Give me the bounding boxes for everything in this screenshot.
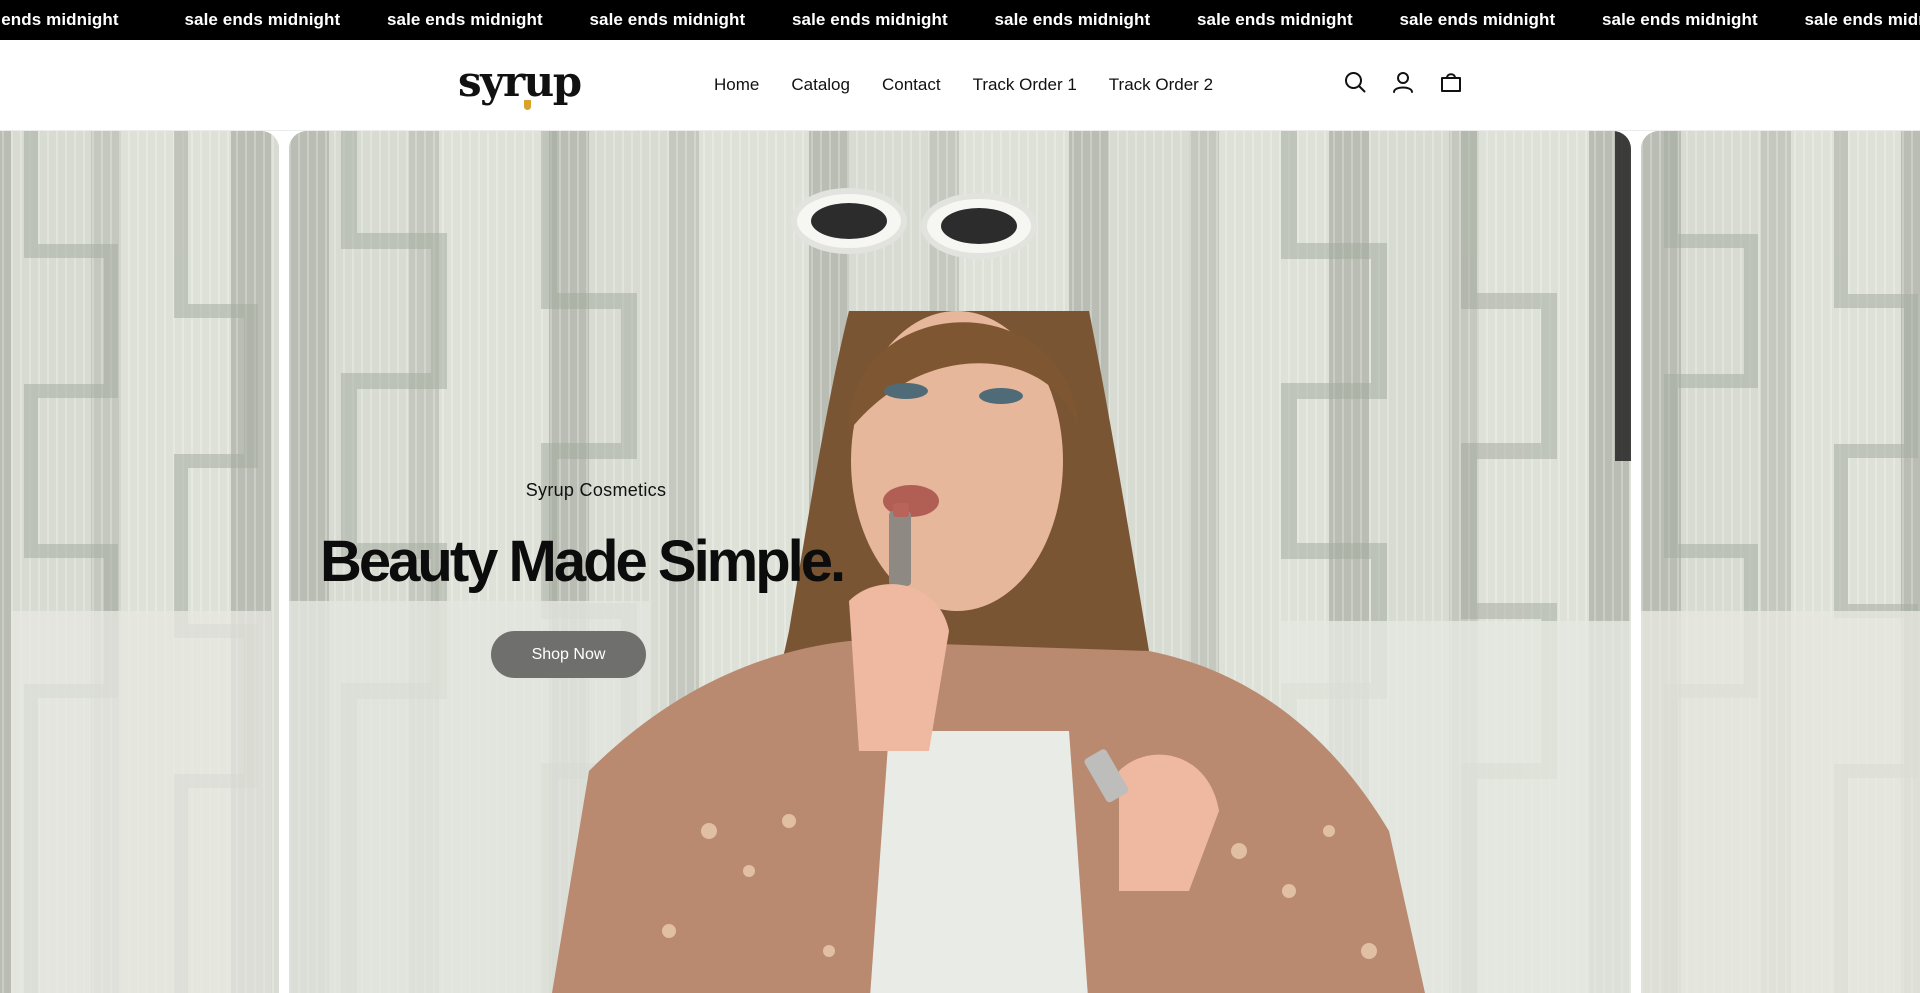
header-icons [1343, 70, 1463, 94]
wallpaper-pattern [1641, 131, 1920, 993]
nav-link-track-order-2[interactable]: Track Order 2 [1109, 75, 1213, 95]
announcement-track: le ends midnight sale ends midnight sale… [0, 0, 1920, 40]
slide-current[interactable]: Syrup Cosmetics Beauty Made Simple. Shop… [289, 131, 1631, 993]
slide-next[interactable] [1641, 131, 1920, 993]
nav-link-catalog[interactable]: Catalog [791, 75, 850, 95]
site-logo[interactable]: syrup [458, 57, 582, 114]
logo-drip-icon [524, 100, 531, 110]
announcement-item: sale ends midnight [1399, 10, 1556, 29]
hero-slideshow: Syrup Cosmetics Beauty Made Simple. Shop… [0, 131, 1920, 993]
announcement-item: sale ends midnight [1602, 10, 1758, 29]
logo-text: syrup [458, 57, 582, 106]
shop-now-button[interactable]: Shop Now [491, 631, 646, 678]
nav-link-home[interactable]: Home [714, 75, 759, 95]
cart-icon[interactable] [1439, 70, 1463, 94]
slide-previous[interactable] [0, 131, 279, 993]
announcement-bar: le ends midnight sale ends midnight sale… [0, 0, 1920, 40]
hero-heading: Beauty Made Simple. [320, 529, 846, 594]
announcement-item: sale ends midnight [589, 10, 746, 29]
announcement-item: sale ends midnight [792, 10, 948, 29]
announcement-item: sale ends midni [1804, 10, 1920, 29]
account-icon[interactable] [1391, 70, 1415, 94]
search-icon[interactable] [1343, 70, 1367, 94]
announcement-item: sale ends midnight [1197, 10, 1353, 29]
main-nav: Home Catalog Contact Track Order 1 Track… [714, 40, 1245, 130]
announcement-item: le ends midnight [0, 10, 119, 29]
site-header: syrup Home Catalog Contact Track Order 1… [0, 40, 1920, 131]
nav-link-track-order-1[interactable]: Track Order 1 [973, 75, 1077, 95]
wallpaper-pattern [11, 131, 271, 993]
announcement-item: sale ends midnight [184, 10, 341, 29]
hero-subheading: Syrup Cosmetics [525, 480, 667, 500]
nav-link-contact[interactable]: Contact [882, 75, 941, 95]
announcement-item: sale ends midnight [387, 10, 543, 29]
announcement-item: sale ends midnight [994, 10, 1151, 29]
